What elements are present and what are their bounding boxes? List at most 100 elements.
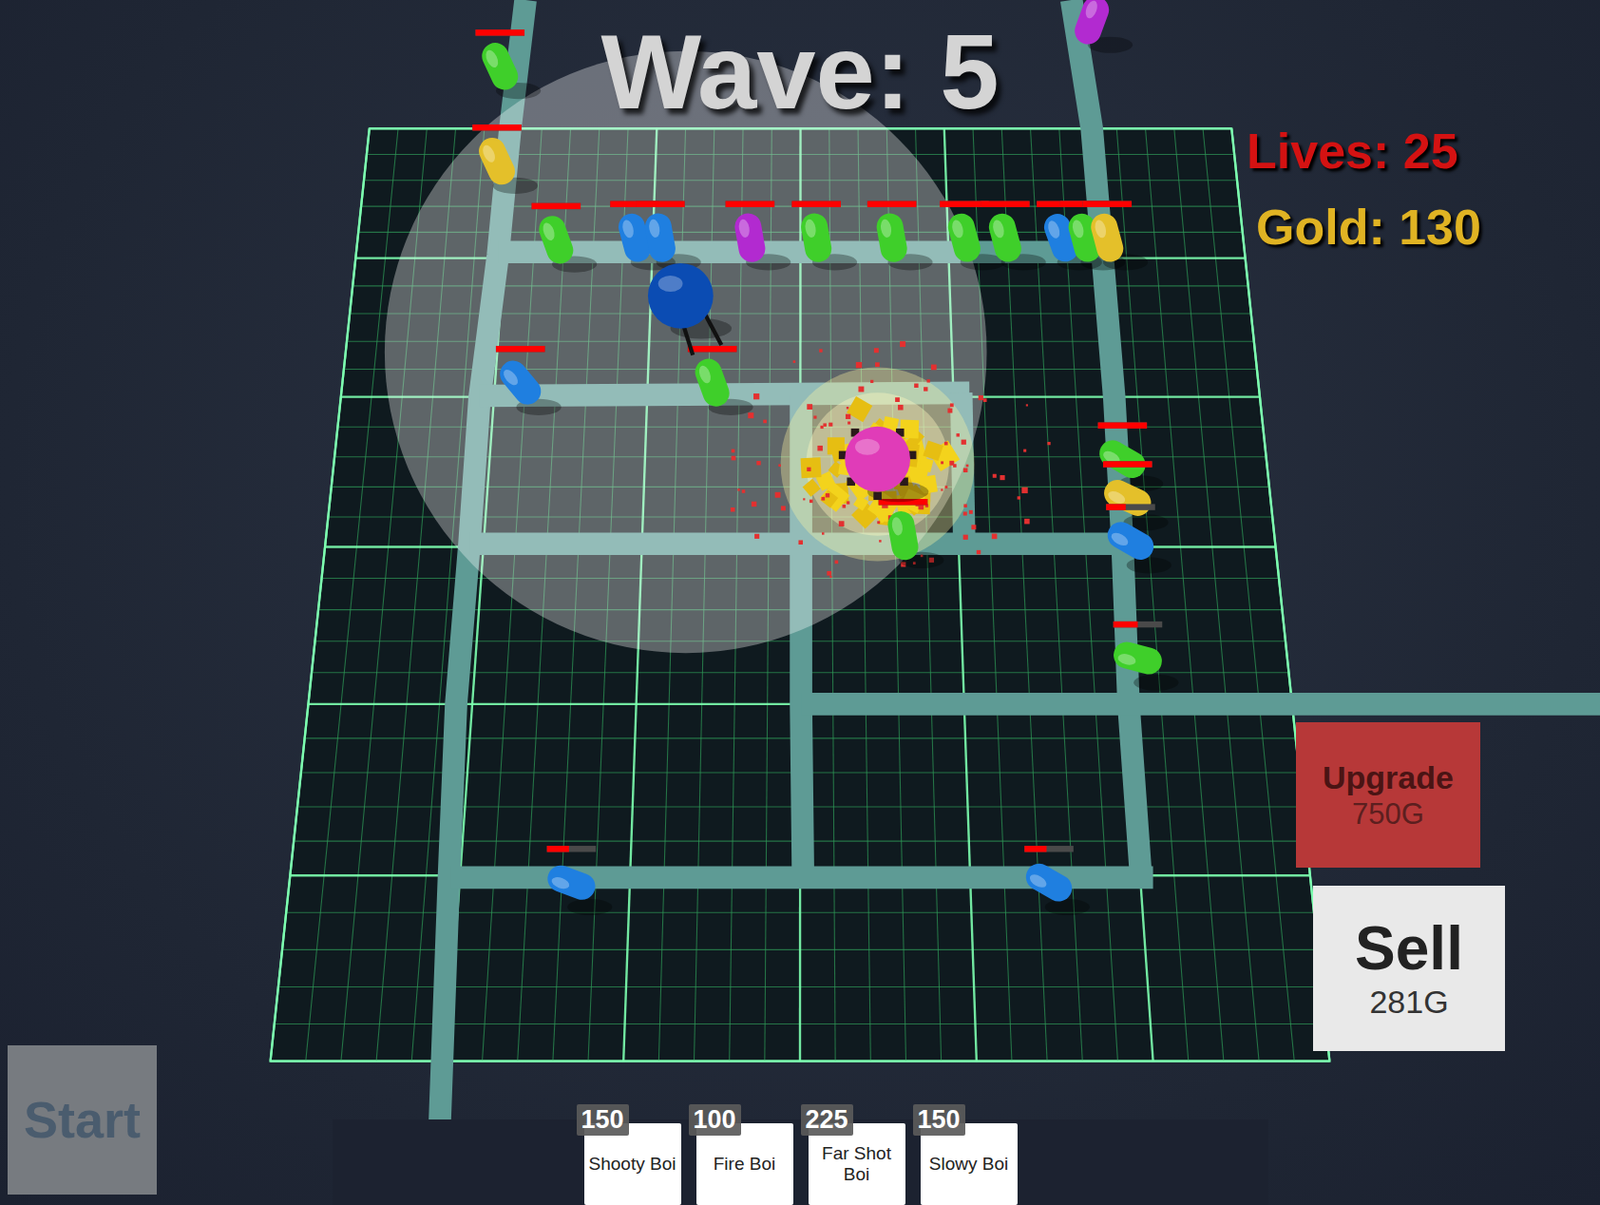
enemy[interactable]: [494, 345, 561, 416]
enemy[interactable]: [725, 201, 792, 271]
effect-layer: [730, 341, 1051, 578]
enemy[interactable]: [878, 498, 945, 569]
enemy-body[interactable]: [543, 861, 599, 904]
health-track: [1103, 460, 1153, 467]
shooty-tower[interactable]: [647, 263, 732, 356]
shop-item[interactable]: Fire Boi100: [696, 1123, 794, 1205]
health-track: [472, 124, 522, 131]
health-bar: [1098, 421, 1148, 428]
enemy[interactable]: [635, 201, 702, 271]
health-fill: [1024, 845, 1047, 852]
gold-label: Gold: 130: [1256, 199, 1482, 257]
enemy-body[interactable]: [732, 210, 767, 265]
health-bar: [475, 29, 525, 36]
enemy[interactable]: [867, 201, 934, 271]
health-fill: [475, 29, 525, 36]
health-bar: [1103, 460, 1153, 467]
enemy-body[interactable]: [1021, 858, 1078, 907]
health-fill: [1082, 201, 1132, 208]
enemy[interactable]: [1021, 845, 1090, 915]
health-fill: [547, 845, 570, 852]
enemy[interactable]: [687, 345, 754, 416]
price-badge: 100: [688, 1104, 742, 1136]
enemy-body[interactable]: [986, 210, 1025, 266]
enemy-body[interactable]: [1110, 638, 1165, 677]
enemy-body[interactable]: [1094, 435, 1151, 483]
health-fill: [532, 203, 582, 210]
health-bar: [532, 203, 582, 210]
health-fill: [635, 201, 686, 208]
fire-effect: [730, 341, 1051, 578]
enemy-body[interactable]: [643, 210, 678, 265]
enemy[interactable]: [472, 124, 538, 194]
tower-body[interactable]: [844, 426, 911, 493]
health-fill: [791, 201, 841, 208]
health-fill: [867, 201, 917, 208]
enemy-body[interactable]: [691, 355, 734, 411]
enemy[interactable]: [1082, 201, 1148, 271]
enemy-body[interactable]: [885, 509, 920, 563]
health-bar: [867, 201, 917, 208]
enemies[interactable]: [472, 0, 1179, 915]
game-view[interactable]: Wave: 5 Lives: 25 Gold: 130 Upgrade 750G…: [0, 0, 1600, 1205]
shop-item-label: Far Shot Boi: [812, 1142, 902, 1185]
enemy[interactable]: [532, 203, 598, 273]
health-bar: [1113, 621, 1163, 628]
enemy-body[interactable]: [1103, 516, 1160, 565]
enemy-body[interactable]: [945, 210, 984, 266]
enemy[interactable]: [1099, 460, 1168, 531]
shop-item-label: Shooty Boi: [589, 1153, 677, 1175]
health-bar: [980, 201, 1030, 208]
tower-body[interactable]: [647, 263, 714, 329]
towers[interactable]: [384, 51, 1051, 653]
health-bar: [635, 201, 686, 208]
enemy[interactable]: [791, 201, 858, 271]
shop-item-label: Slowy Boi: [929, 1153, 1009, 1175]
enemy-body[interactable]: [1070, 0, 1113, 48]
enemy[interactable]: [1070, 0, 1133, 54]
enemy-body[interactable]: [474, 133, 519, 190]
health-track: [532, 203, 582, 210]
upgrade-label: Upgrade: [1322, 758, 1454, 798]
enemy[interactable]: [543, 845, 612, 915]
health-bar: [472, 124, 522, 131]
upgrade-cost: 750G: [1352, 796, 1425, 832]
health-track: [547, 845, 597, 852]
price-badge: 225: [800, 1104, 854, 1136]
shop-item[interactable]: Shooty Boi150: [584, 1123, 682, 1205]
range-layer: [384, 51, 988, 653]
start-button[interactable]: Start: [7, 1045, 157, 1195]
enemy-body[interactable]: [534, 211, 577, 267]
enemy-body[interactable]: [799, 210, 834, 265]
health-track: [1024, 845, 1074, 852]
wave-banner: Wave: 5: [0, 13, 1600, 131]
enemy-body[interactable]: [1087, 210, 1126, 266]
enemy[interactable]: [475, 29, 541, 99]
enemy[interactable]: [1103, 503, 1172, 573]
tower-shop: Shooty Boi150Fire Boi100Far Shot Boi225S…: [332, 1119, 1269, 1205]
enemy[interactable]: [1094, 421, 1163, 492]
enemy-body[interactable]: [477, 38, 523, 96]
wave-label: Wave: 5: [590, 13, 1009, 131]
health-track: [1082, 201, 1132, 208]
health-fill: [1113, 621, 1139, 628]
shop-item[interactable]: Far Shot Boi225: [808, 1123, 906, 1205]
health-track: [1105, 503, 1156, 510]
enemy-body[interactable]: [494, 355, 547, 410]
health-track: [867, 201, 917, 208]
health-track: [475, 29, 525, 36]
enemy-body[interactable]: [1099, 475, 1156, 520]
shop-item[interactable]: Slowy Boi150: [920, 1123, 1018, 1205]
upgrade-button[interactable]: Upgrade 750G: [1295, 722, 1481, 868]
enemy-body[interactable]: [874, 210, 909, 265]
health-bar: [495, 345, 546, 352]
health-fill: [1103, 460, 1153, 467]
fire-tower[interactable]: [838, 426, 930, 502]
tower-layer[interactable]: [647, 263, 929, 502]
enemy[interactable]: [1110, 621, 1179, 691]
enemy[interactable]: [980, 201, 1047, 271]
enemy[interactable]: [1060, 201, 1126, 271]
health-track: [1098, 421, 1148, 428]
health-fill: [1105, 503, 1126, 510]
sell-button[interactable]: Sell 281G: [1313, 885, 1505, 1051]
